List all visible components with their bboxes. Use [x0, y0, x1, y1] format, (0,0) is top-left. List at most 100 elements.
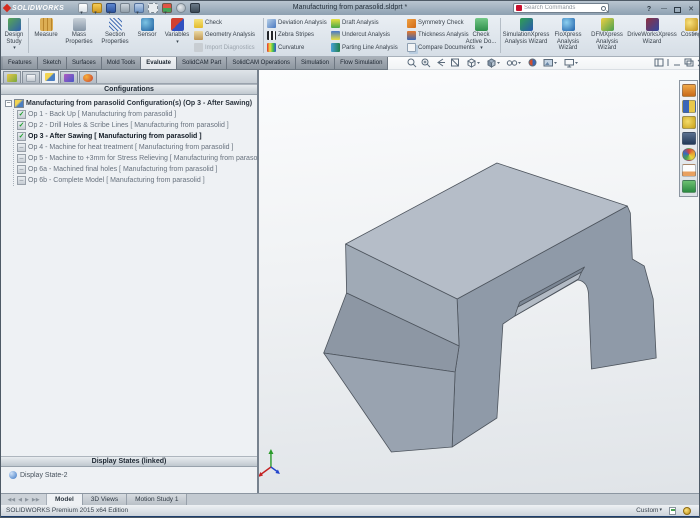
tab-flow-simulation[interactable]: Flow Simulation [335, 57, 388, 69]
sensor-button[interactable]: Sensor [133, 16, 161, 55]
zoom-to-area-icon[interactable] [422, 59, 430, 67]
simulationxpress-wizard-button[interactable]: SimulationXpress Analysis Wizard [503, 16, 549, 55]
dimxpert-manager-tab[interactable] [60, 71, 78, 83]
tab-evaluate[interactable]: Evaluate [141, 57, 177, 69]
appearances-scenes-icon[interactable] [682, 148, 696, 161]
split-pane-icon[interactable] [655, 59, 663, 66]
config-row-op5[interactable]: – Op 5 - Machine to +3mm for Stress Reli… [17, 153, 257, 164]
property-manager-tab[interactable] [22, 71, 40, 83]
check-icon [194, 19, 203, 28]
tab-solidcam-operations[interactable]: SolidCAM Operations [227, 57, 296, 69]
mass-properties-button[interactable]: Mass Properties [61, 16, 97, 55]
status-tag-icon[interactable] [683, 507, 691, 515]
display-style-icon[interactable] [488, 59, 500, 67]
appearances-tab[interactable] [79, 71, 97, 83]
rebuild-icon[interactable] [162, 3, 172, 13]
check-active-document-button[interactable]: Check Active Do... [464, 16, 498, 55]
driveworksxpress-wizard-button[interactable]: DriveWorksXpress Wizard [627, 16, 677, 55]
view-orientation-icon[interactable] [468, 59, 480, 67]
tab-simulation[interactable]: Simulation [296, 57, 335, 69]
graphics-viewport[interactable] [259, 70, 699, 493]
scroll-left-icon[interactable]: ◀ [18, 497, 22, 503]
print-icon[interactable] [120, 3, 130, 13]
measure-button[interactable]: Measure [31, 16, 61, 55]
tab-motion-study[interactable]: Motion Study 1 [127, 494, 187, 505]
config-row-op1[interactable]: ✓ Op 1 - Back Up [ Manufacturing from pa… [17, 109, 257, 120]
options-gear-icon[interactable] [176, 3, 186, 13]
tab-surfaces[interactable]: Surfaces [67, 57, 102, 69]
floxpress-wizard-button[interactable]: FloXpress Analysis Wizard [549, 16, 587, 55]
model-3d-view[interactable] [259, 70, 699, 493]
tab-3d-views[interactable]: 3D Views [83, 494, 127, 505]
undo-icon[interactable] [134, 3, 144, 13]
compare-documents-button[interactable]: Compare Documents [407, 42, 463, 53]
tab-model[interactable]: Model [47, 494, 83, 505]
restore-pane-icon[interactable] [685, 59, 693, 66]
draft-analysis-button[interactable]: Draft Analysis [331, 18, 405, 29]
configurations-root-row[interactable]: Manufacturing from parasolid Configurati… [5, 98, 257, 109]
restore-button[interactable] [674, 7, 681, 13]
geometry-analysis-button[interactable]: Geometry Analysis [194, 30, 260, 41]
undercut-analysis-icon [331, 31, 340, 40]
save-icon[interactable] [106, 3, 116, 13]
custom-properties-icon[interactable] [682, 164, 696, 177]
import-diagnostics-button[interactable]: Import Diagnostics [194, 42, 260, 53]
section-properties-button[interactable]: Section Properties [97, 16, 133, 55]
scroll-last-icon[interactable]: ▶▶ [32, 497, 40, 503]
variables-button[interactable]: Variables [161, 16, 193, 55]
feature-tree-tab[interactable] [3, 71, 21, 83]
scroll-right-icon[interactable]: ▶ [25, 497, 29, 503]
search-commands-box[interactable]: Search Commands [513, 3, 609, 13]
scroll-first-icon[interactable]: ◀◀ [7, 497, 15, 503]
check-button[interactable]: Check [194, 18, 260, 29]
symmetry-check-button[interactable]: Symmetry Check [407, 18, 463, 29]
open-document-icon[interactable] [92, 3, 102, 13]
part-model[interactable] [324, 163, 656, 452]
new-document-icon[interactable] [78, 3, 88, 13]
config-row-op2[interactable]: ✓ Op 2 - Drill Holes & Scribe Lines [ Ma… [17, 120, 257, 131]
tab-scroll-buttons[interactable]: ◀◀ ◀ ▶ ▶▶ [1, 494, 47, 505]
hide-show-items-icon[interactable] [508, 61, 522, 65]
design-library-icon[interactable] [682, 100, 696, 113]
tab-solidcam-part[interactable]: SolidCAM Part [177, 57, 227, 69]
edit-appearance-icon[interactable] [529, 59, 536, 66]
thickness-analysis-button[interactable]: Thickness Analysis [407, 30, 463, 41]
zebra-stripes-button[interactable]: Zebra Stripes [267, 30, 329, 41]
curvature-button[interactable]: Curvature [267, 42, 329, 53]
check-active-document-icon [475, 18, 488, 31]
previous-view-icon[interactable] [438, 59, 445, 66]
view-settings-icon[interactable] [565, 60, 578, 68]
appearances-icon [83, 74, 93, 82]
minimize-button[interactable] [659, 2, 669, 15]
search-magnifier-icon[interactable] [601, 6, 606, 11]
ribbon-overflow-chevron[interactable] [693, 31, 697, 38]
toolbox-icon[interactable] [682, 116, 696, 129]
file-explorer-icon[interactable] [682, 132, 696, 145]
select-icon[interactable] [148, 3, 158, 13]
tab-sketch[interactable]: Sketch [38, 57, 67, 69]
zoom-to-fit-icon[interactable] [408, 59, 416, 67]
config-row-op6a[interactable]: – Op 6a - Machined final holes [ Manufac… [17, 164, 257, 175]
screen-capture-icon[interactable] [190, 3, 200, 13]
units-selector[interactable]: Custom [636, 507, 662, 514]
configuration-manager-tab[interactable] [41, 70, 59, 83]
section-view-icon[interactable] [452, 59, 459, 66]
display-state-row[interactable]: Display State-2 [1, 467, 257, 479]
tab-features[interactable]: Features [3, 57, 38, 69]
deviation-analysis-button[interactable]: Deviation Analysis [267, 18, 329, 29]
help-button[interactable] [644, 3, 654, 15]
solidworks-forum-icon[interactable] [682, 180, 696, 193]
dfmxpress-wizard-button[interactable]: DFMXpress Analysis Wizard [587, 16, 627, 55]
collapse-expander-icon[interactable] [5, 100, 12, 107]
undercut-analysis-button[interactable]: Undercut Analysis [331, 30, 405, 41]
design-study-button[interactable]: Design Study [2, 16, 26, 55]
config-row-op3-active[interactable]: ✓ Op 3 - After Sawing [ Manufacturing fr… [17, 131, 257, 142]
config-row-op4[interactable]: – Op 4 - Machine for heat treatment [ Ma… [17, 142, 257, 153]
apply-scene-icon[interactable] [544, 60, 557, 67]
tab-mold-tools[interactable]: Mold Tools [102, 57, 142, 69]
heads-up-toolbar [388, 57, 700, 70]
close-button[interactable] [686, 3, 696, 15]
config-row-op6b[interactable]: – Op 6b - Complete Model [ Manufacturing… [17, 175, 257, 186]
solidworks-resources-icon[interactable] [682, 84, 696, 97]
parting-line-analysis-button[interactable]: Parting Line Analysis [331, 42, 405, 53]
